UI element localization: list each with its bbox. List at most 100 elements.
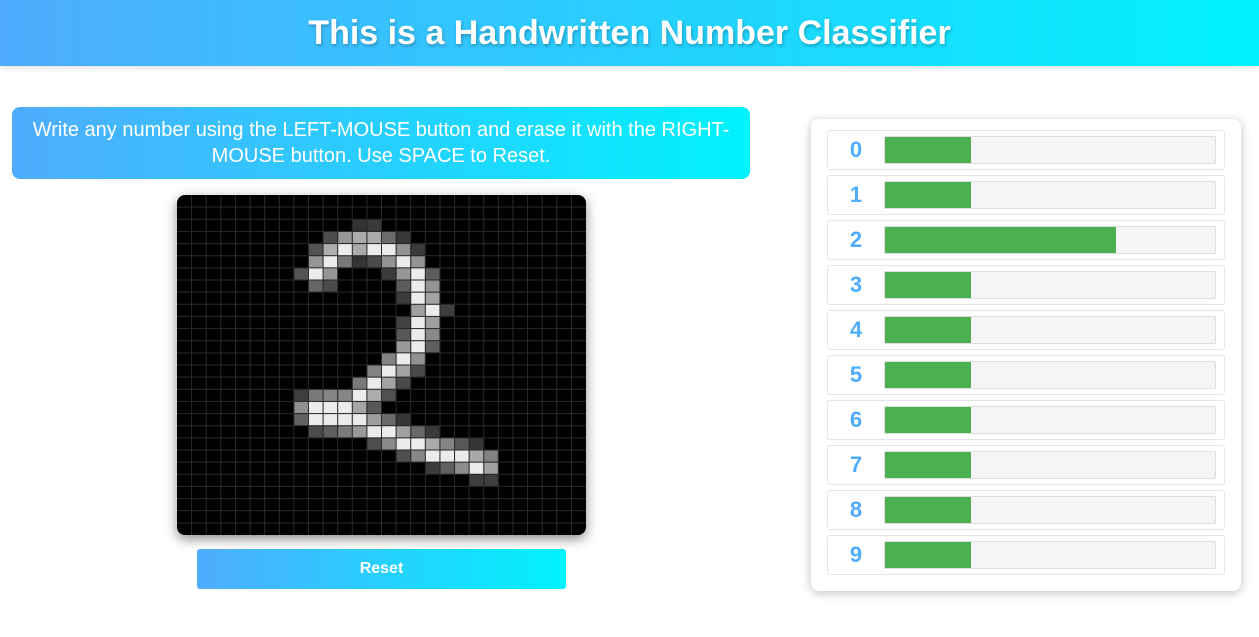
canvas-pixel xyxy=(396,450,411,462)
prediction-bar-fill xyxy=(885,407,971,433)
canvas-pixel xyxy=(396,268,411,280)
drawing-canvas[interactable] xyxy=(177,195,586,535)
canvas-pixel xyxy=(425,316,440,329)
canvas-pixel xyxy=(396,244,411,256)
prediction-row-0: 0 xyxy=(827,130,1225,170)
canvas-pixel xyxy=(367,401,381,414)
canvas-pixel xyxy=(425,268,440,280)
header-bar: This is a Handwritten Number Classifier xyxy=(0,0,1259,66)
canvas-pixel xyxy=(455,462,469,474)
prediction-bar-track xyxy=(884,271,1216,299)
canvas-pixel xyxy=(323,389,338,401)
canvas-pixel xyxy=(396,377,411,389)
reset-button[interactable]: Reset xyxy=(197,549,566,589)
prediction-bar-track xyxy=(884,136,1216,164)
canvas-pixel xyxy=(367,365,381,377)
canvas-pixel xyxy=(425,462,440,474)
canvas-pixel xyxy=(396,316,411,329)
canvas-pixel xyxy=(352,231,367,244)
canvas-pixel xyxy=(323,244,338,256)
canvas-pixel xyxy=(411,244,425,256)
canvas-pixel xyxy=(382,365,396,377)
prediction-row-1: 1 xyxy=(827,175,1225,215)
canvas-pixel xyxy=(338,256,352,268)
canvas-pixel xyxy=(338,414,352,426)
canvas-pixel xyxy=(425,426,440,438)
canvas-pixel xyxy=(338,426,352,438)
canvas-pixel xyxy=(484,450,498,462)
canvas-pixel xyxy=(411,316,425,329)
prediction-bar-fill xyxy=(885,317,971,343)
canvas-pixel xyxy=(382,268,396,280)
canvas-pixel xyxy=(323,414,338,426)
canvas-pixel xyxy=(352,389,367,401)
canvas-pixel xyxy=(440,462,455,474)
prediction-bar-track xyxy=(884,316,1216,344)
canvas-pixel xyxy=(382,377,396,389)
canvas-pixel xyxy=(352,256,367,268)
canvas-pixel xyxy=(411,438,425,450)
canvas-pixel xyxy=(352,377,367,389)
prediction-bar-track xyxy=(884,406,1216,434)
canvas-pixel xyxy=(294,414,308,426)
canvas-pixel xyxy=(425,292,440,304)
canvas-pixel xyxy=(469,450,484,462)
canvas-pixel xyxy=(367,426,381,438)
canvas-pixel xyxy=(338,231,352,244)
prediction-digit-label: 3 xyxy=(849,272,863,297)
canvas-pixel xyxy=(396,329,411,341)
canvas-pixel xyxy=(308,414,323,426)
canvas-pixel xyxy=(382,426,396,438)
canvas-pixel xyxy=(294,389,308,401)
prediction-bar-fill xyxy=(885,272,971,298)
canvas-grid[interactable] xyxy=(177,195,586,535)
prediction-bar-fill xyxy=(885,182,971,208)
canvas-pixel xyxy=(382,231,396,244)
canvas-pixel xyxy=(367,219,381,231)
canvas-pixel xyxy=(308,389,323,401)
canvas-pixel xyxy=(396,353,411,365)
canvas-pixel xyxy=(367,256,381,268)
prediction-bar-fill xyxy=(885,227,1116,253)
canvas-pixel xyxy=(411,353,425,365)
canvas-pixel xyxy=(411,292,425,304)
canvas-pixel xyxy=(455,438,469,450)
prediction-digit-label: 5 xyxy=(849,362,863,387)
canvas-pixel xyxy=(411,256,425,268)
prediction-bar-track xyxy=(884,496,1216,524)
canvas-pixel xyxy=(411,329,425,341)
canvas-pixel xyxy=(352,401,367,414)
canvas-pixel xyxy=(323,268,338,280)
canvas-pixel xyxy=(396,365,411,377)
canvas-pixel xyxy=(469,462,484,474)
canvas-pixel xyxy=(338,244,352,256)
canvas-pixel xyxy=(382,244,396,256)
canvas-pixel xyxy=(308,426,323,438)
canvas-pixel xyxy=(323,231,338,244)
canvas-pixel xyxy=(411,426,425,438)
page-title: This is a Handwritten Number Classifier xyxy=(308,13,951,52)
canvas-pixel xyxy=(440,450,455,462)
prediction-bar-track xyxy=(884,541,1216,569)
canvas-pixel xyxy=(425,438,440,450)
canvas-pixel xyxy=(396,231,411,244)
canvas-pixel xyxy=(440,438,455,450)
prediction-bar-track xyxy=(884,181,1216,209)
prediction-bar-fill xyxy=(885,137,971,163)
prediction-bar-track xyxy=(884,226,1216,254)
canvas-pixel xyxy=(352,219,367,231)
canvas-pixel xyxy=(323,401,338,414)
prediction-bar-fill xyxy=(885,362,971,388)
prediction-bar-track xyxy=(884,361,1216,389)
canvas-pixel xyxy=(352,414,367,426)
canvas-pixel xyxy=(396,414,411,426)
canvas-pixel xyxy=(308,401,323,414)
canvas-pixel xyxy=(367,438,381,450)
canvas-pixel xyxy=(352,244,367,256)
canvas-pixel xyxy=(425,341,440,353)
canvas-pixel xyxy=(425,304,440,316)
canvas-pixel xyxy=(308,268,323,280)
canvas-pixel xyxy=(440,304,455,316)
canvas-pixel xyxy=(396,438,411,450)
prediction-row-5: 5 xyxy=(827,355,1225,395)
